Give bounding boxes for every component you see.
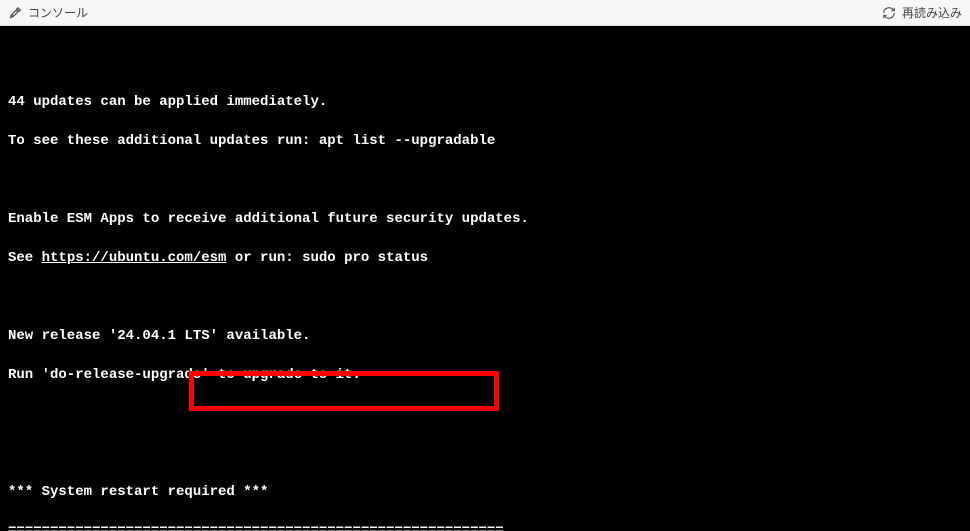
esm-link[interactable]: https://ubuntu.com/esm bbox=[42, 250, 227, 266]
reload-icon bbox=[882, 6, 896, 20]
separator: ========================================… bbox=[8, 522, 962, 531]
titlebar: コンソール 再読み込み bbox=[0, 0, 970, 26]
motd-line: Enable ESM Apps to receive additional fu… bbox=[8, 210, 962, 230]
reload-label: 再読み込み bbox=[902, 4, 962, 21]
motd-line: See https://ubuntu.com/esm or run: sudo … bbox=[8, 249, 962, 269]
motd-line: Run 'do-release-upgrade' to upgrade to i… bbox=[8, 366, 962, 386]
motd-line: *** System restart required *** bbox=[8, 483, 962, 503]
reload-button[interactable]: 再読み込み bbox=[882, 4, 962, 21]
motd-line: To see these additional updates run: apt… bbox=[8, 132, 962, 152]
title-text: コンソール bbox=[28, 4, 88, 21]
terminal-output[interactable]: 44 updates can be applied immediately. T… bbox=[0, 26, 970, 531]
motd-line: New release '24.04.1 LTS' available. bbox=[8, 327, 962, 347]
titlebar-left: コンソール bbox=[8, 4, 88, 21]
terminal-container: 44 updates can be applied immediately. T… bbox=[0, 26, 970, 531]
motd-line: 44 updates can be applied immediately. bbox=[8, 93, 962, 113]
tools-icon bbox=[8, 6, 22, 20]
